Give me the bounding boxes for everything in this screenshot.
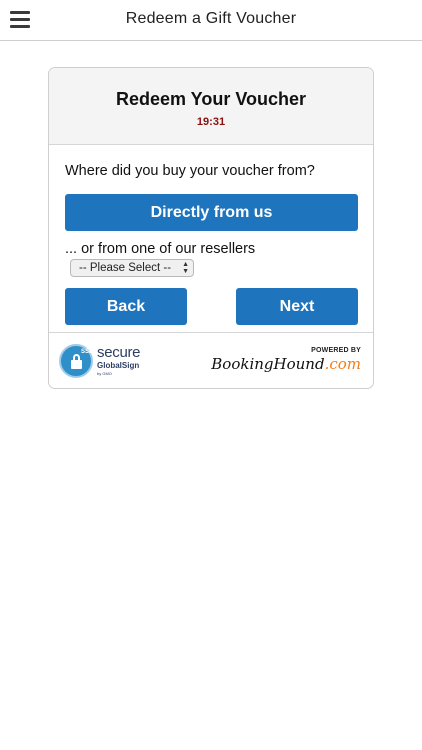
lock-body	[71, 360, 82, 369]
resellers-label: ... or from one of our resellers	[65, 241, 256, 257]
page-title: Redeem a Gift Voucher	[125, 10, 297, 27]
reseller-select[interactable]: -- Please Select -- ▲ ▼	[70, 259, 194, 277]
voucher-card: Redeem Your Voucher 19:31 Where did you …	[48, 67, 374, 389]
ssl-secure-word: secure	[97, 344, 141, 361]
bookinghound-logo[interactable]: BookingHound.com	[211, 355, 361, 373]
next-button[interactable]: Next	[236, 288, 358, 325]
purchase-source-question: Where did you buy your voucher from?	[65, 163, 315, 179]
select-arrows-icon: ▲ ▼	[182, 261, 189, 275]
countdown-timer: 19:31	[196, 116, 226, 128]
card-header: Redeem Your Voucher 19:31	[49, 68, 373, 145]
reseller-select-value: -- Please Select --	[79, 262, 172, 274]
ssl-by-line: by GMO	[97, 371, 112, 376]
directly-from-us-button[interactable]: Directly from us	[65, 194, 358, 231]
footer-divider	[49, 332, 373, 333]
card-title: Redeem Your Voucher	[115, 89, 307, 109]
back-button[interactable]: Back	[65, 288, 187, 325]
ssl-secure-badge: SSL secure GlobalSign by GMO	[59, 342, 159, 380]
ssl-seal: SSL	[59, 344, 93, 378]
powered-by-label: POWERED BY	[311, 347, 361, 354]
ssl-corner-label: SSL	[81, 349, 93, 355]
top-bar: Redeem a Gift Voucher	[0, 0, 422, 41]
ssl-issuer: GlobalSign	[97, 361, 140, 370]
brand-name: BookingHound	[211, 355, 325, 373]
brand-suffix: .com	[324, 355, 361, 373]
